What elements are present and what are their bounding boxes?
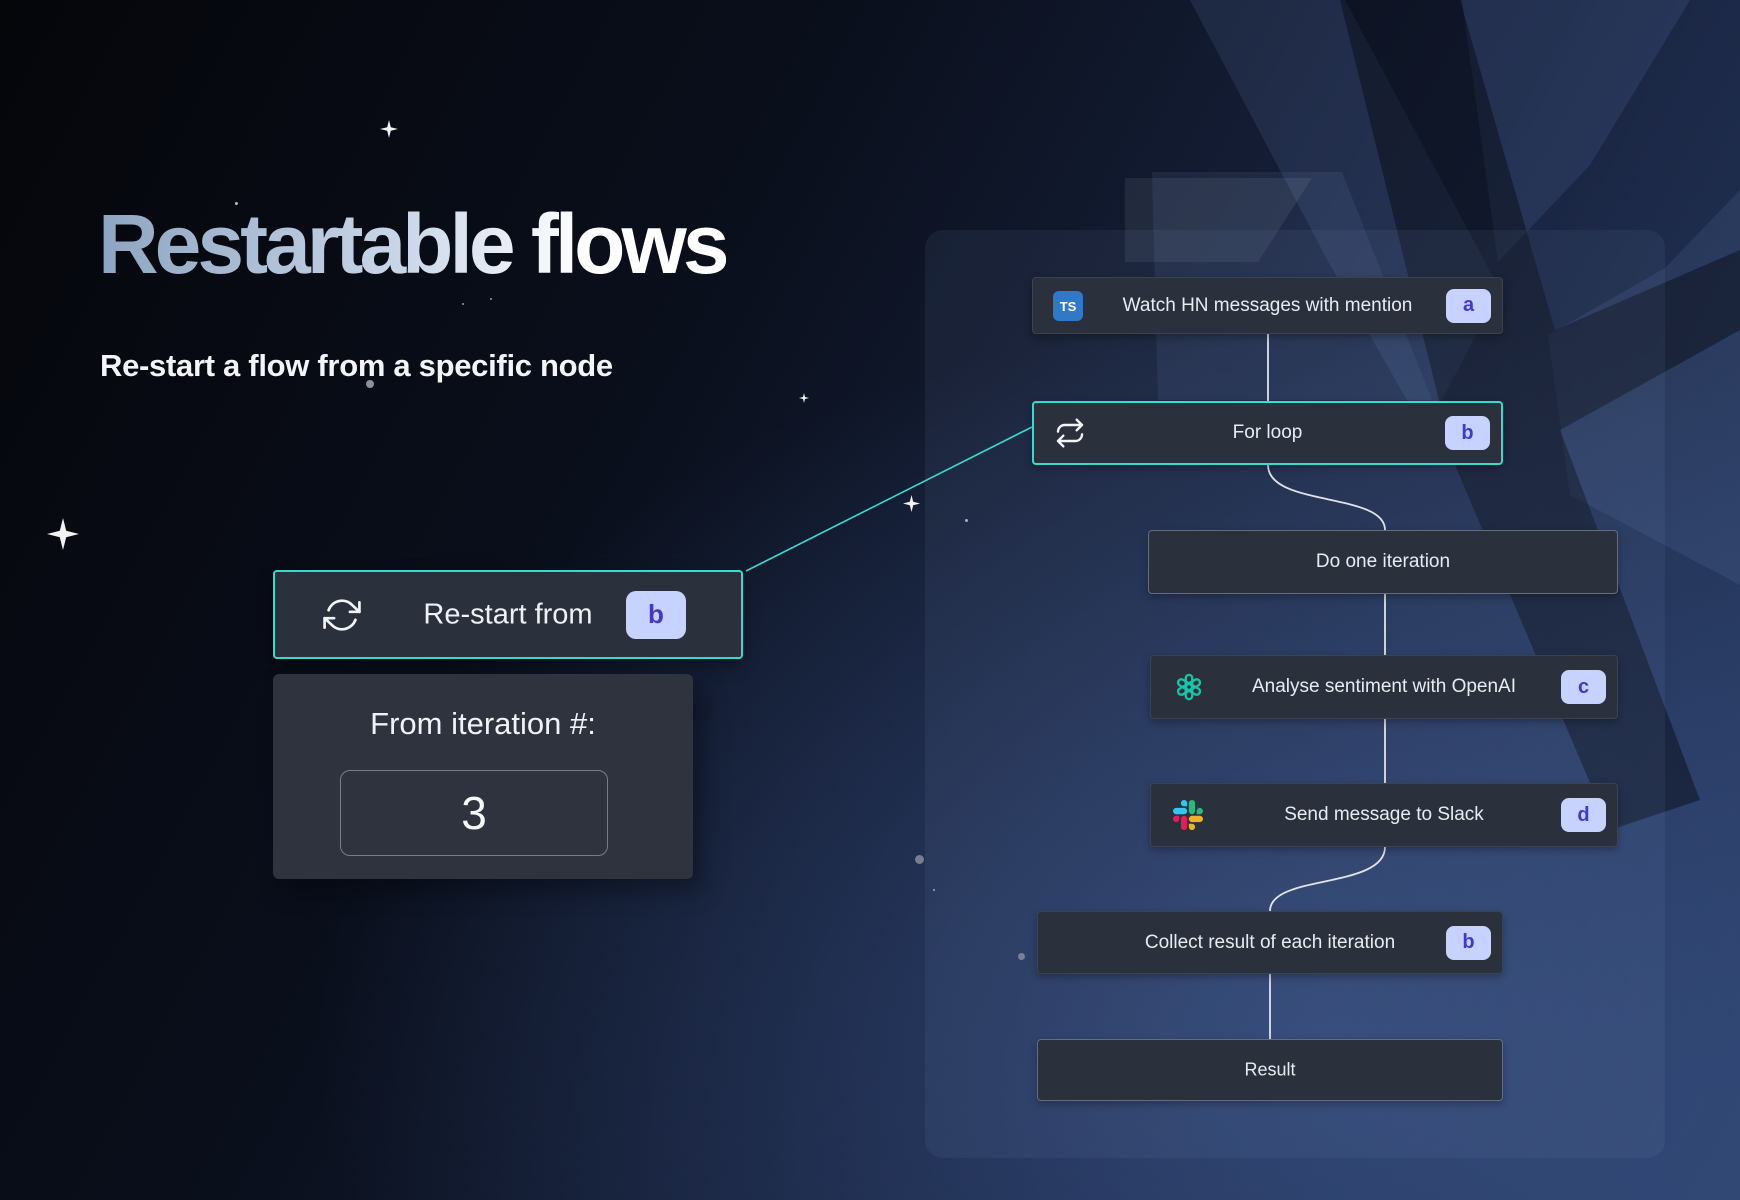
sparkle-icon (903, 495, 920, 512)
node-badge: b (1446, 926, 1491, 960)
flow-node-for-loop[interactable]: For loop b (1032, 401, 1503, 465)
flow-node-result[interactable]: Result (1037, 1039, 1503, 1101)
star-dot (462, 303, 464, 305)
star-dot (915, 855, 924, 864)
iteration-label: From iteration #: (273, 706, 693, 742)
node-badge: a (1446, 289, 1491, 323)
page-title: Restartable flows (98, 198, 726, 290)
node-label: Watch HN messages with mention (1033, 295, 1502, 317)
node-label: For loop (1034, 422, 1501, 444)
sparkle-icon (47, 518, 79, 550)
node-label: Analyse sentiment with OpenAI (1151, 676, 1617, 698)
flow-node-watch-hn[interactable]: TS Watch HN messages with mention a (1032, 277, 1503, 334)
flow-node-do-one-iteration[interactable]: Do one iteration (1148, 530, 1618, 594)
node-badge: c (1561, 670, 1606, 704)
iteration-panel: From iteration #: 3 (273, 674, 693, 879)
node-badge: d (1561, 798, 1606, 832)
node-badge: b (1445, 416, 1490, 450)
restart-from-node[interactable]: Re-start from b (273, 570, 743, 659)
flow-node-openai[interactable]: Analyse sentiment with OpenAI c (1150, 655, 1618, 719)
node-label: Send message to Slack (1151, 804, 1617, 826)
node-label: Result (1038, 1060, 1502, 1081)
sparkle-icon (380, 120, 398, 138)
star-dot (490, 298, 492, 300)
iteration-number-input[interactable]: 3 (340, 770, 608, 856)
node-label: Collect result of each iteration (1038, 932, 1502, 954)
hero-banner: Restartable flows Re-start a flow from a… (0, 0, 1740, 1200)
node-label: Do one iteration (1149, 551, 1617, 573)
flow-node-collect-result[interactable]: Collect result of each iteration b (1037, 911, 1503, 974)
sparkle-icon (799, 393, 809, 403)
flow-node-slack[interactable]: Send message to Slack d (1150, 783, 1618, 847)
restart-badge: b (626, 591, 686, 639)
page-subtitle: Re-start a flow from a specific node (100, 348, 613, 384)
